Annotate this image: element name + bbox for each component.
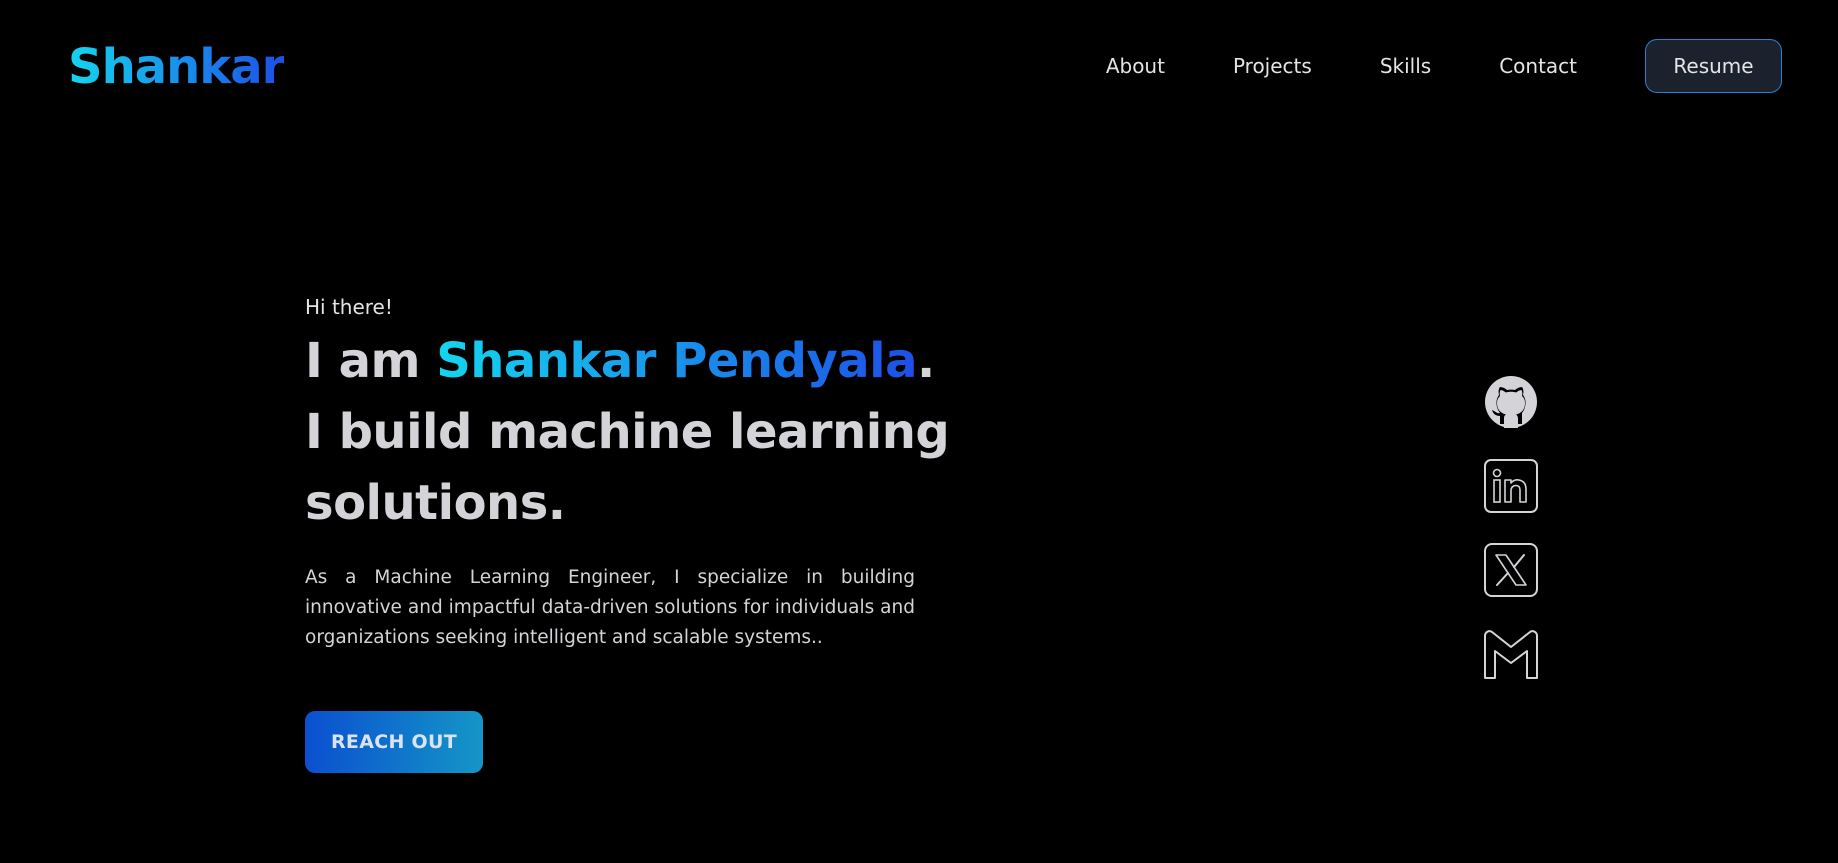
- gmail-icon: [1484, 630, 1538, 679]
- hero-name: Shankar Pendyala: [436, 333, 917, 389]
- github-icon: [1485, 376, 1537, 428]
- site-logo[interactable]: Shankar: [68, 38, 285, 96]
- nav-link-about[interactable]: About: [1106, 54, 1165, 78]
- social-links: [1478, 372, 1544, 708]
- nav-link-skills[interactable]: Skills: [1380, 54, 1431, 78]
- hero-intro-prefix: I am: [305, 333, 437, 389]
- gmail-link[interactable]: [1478, 624, 1544, 684]
- hero-intro-line: I am Shankar Pendyala.: [305, 326, 935, 397]
- site-header: Shankar About Projects Skills Contact Re…: [0, 0, 1838, 132]
- hero-headline: I am Shankar Pendyala. I build machine l…: [305, 326, 950, 539]
- hero-tagline-line1: I build machine learning: [305, 404, 950, 460]
- linkedin-icon: [1484, 459, 1538, 513]
- hero-description: As a Machine Learning Engineer, I specia…: [305, 567, 915, 648]
- resume-button[interactable]: Resume: [1645, 39, 1782, 93]
- github-link[interactable]: [1478, 372, 1544, 432]
- reach-out-button[interactable]: REACH OUT: [305, 711, 483, 773]
- hero-name-last: Pendyala: [672, 333, 917, 389]
- x-twitter-icon: [1484, 543, 1538, 597]
- hero-name-first: Shankar: [436, 333, 656, 389]
- hero-intro-suffix: .: [917, 333, 935, 389]
- linkedin-link[interactable]: [1478, 456, 1544, 516]
- nav-link-projects[interactable]: Projects: [1233, 54, 1312, 78]
- x-twitter-link[interactable]: [1478, 540, 1544, 600]
- nav-link-contact[interactable]: Contact: [1499, 54, 1577, 78]
- hero-tagline-line2: solutions.: [305, 475, 566, 531]
- main-nav: About Projects Skills Contact Resume: [1106, 39, 1782, 93]
- hero-section: Hi there! I am Shankar Pendyala. I build…: [305, 290, 950, 773]
- hero-greeting: Hi there!: [305, 295, 393, 319]
